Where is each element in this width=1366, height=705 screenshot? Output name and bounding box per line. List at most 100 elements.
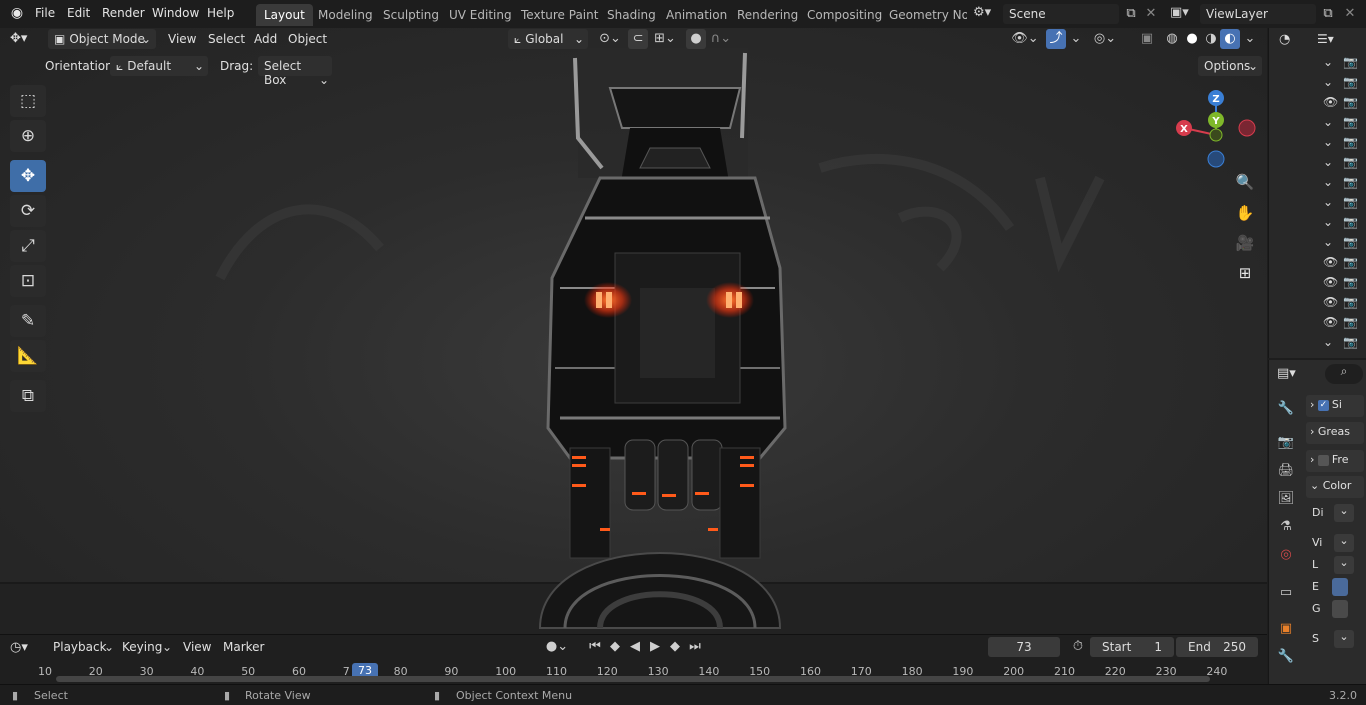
eye-closed-icon[interactable]: ⌄ [1323,115,1333,129]
outliner-row[interactable]: ⌄ 📷 [1269,113,1366,133]
property-row[interactable]: S ⌄ [1312,630,1366,648]
tab-modeling[interactable]: Modeling [310,4,381,26]
transform-tool[interactable]: ⊡ [10,265,46,297]
eye-open-icon[interactable]: 👁 [1323,255,1338,269]
world-properties-tab-icon[interactable]: ◎ [1275,544,1297,566]
outliner-row[interactable]: 👁 📷 [1269,273,1366,293]
eye-closed-icon[interactable]: ⌄ [1323,195,1333,209]
render-camera-icon[interactable]: 📷 [1343,155,1358,169]
scale-tool[interactable]: ⤢ [10,230,46,262]
outliner-editor-icon[interactable]: ◔ [1279,32,1299,50]
camera-view-icon[interactable]: 🎥 [1232,230,1258,256]
tool-properties-tab-icon[interactable]: 🔧 [1275,398,1297,420]
checkbox-icon[interactable] [1317,454,1329,466]
snap-icon[interactable]: ⊂ [628,29,648,49]
delete-scene-icon[interactable]: ✕ [1141,4,1161,24]
menu-edit[interactable]: Edit [67,6,90,20]
render-camera-icon[interactable]: 📷 [1343,255,1358,269]
menu-file[interactable]: File [35,6,55,20]
zoom-icon[interactable]: 🔍 [1232,169,1258,195]
property-row[interactable]: L ⌄ [1312,556,1366,574]
options-button[interactable]: Options ⌄ [1198,56,1262,76]
delete-view-layer-icon[interactable]: ✕ [1340,4,1360,24]
outliner-row[interactable]: ⌄ 📷 [1269,133,1366,153]
jump-end-icon[interactable]: ⏭ [685,637,705,657]
falloff-icon[interactable]: ∩⌄ [706,29,736,49]
overlays-icon[interactable]: ◎⌄ [1090,29,1120,49]
end-frame-field[interactable]: End 250 [1176,637,1258,657]
menu-playback[interactable]: Playback [53,640,107,654]
timeline-editor-type-icon[interactable]: ◷▾ [10,640,40,658]
play-icon[interactable]: ▶ [645,637,665,657]
color-swatch[interactable] [1332,578,1348,596]
outliner-display-mode-icon[interactable]: ☰▾ [1317,32,1347,50]
start-frame-field[interactable]: Start 1 [1090,637,1174,657]
property-row[interactable]: Vi ⌄ [1312,534,1366,552]
prev-keyframe-icon[interactable]: ◆ [605,637,625,657]
menu-add[interactable]: Add [254,32,277,46]
tab-sculpting[interactable]: Sculpting [375,4,447,26]
render-camera-icon[interactable]: 📷 [1343,195,1358,209]
eye-open-icon[interactable]: 👁 [1323,275,1338,289]
eye-closed-icon[interactable]: ⌄ [1323,335,1333,349]
select-box-tool[interactable]: ⬚ [10,85,46,117]
property-row[interactable]: › Greas [1306,422,1364,444]
property-row[interactable]: E [1312,578,1366,596]
collection-properties-tab-icon[interactable]: ▭ [1275,582,1297,604]
pan-hand-icon[interactable]: ✋ [1232,200,1258,226]
render-camera-icon[interactable]: 📷 [1343,215,1358,229]
menu-view[interactable]: View [168,32,196,46]
gizmo-toggle-icon[interactable]: ⤴ [1046,29,1066,49]
view-layer-properties-tab-icon[interactable]: 🖼 [1275,488,1297,510]
new-scene-icon[interactable]: ⧉ [1121,4,1141,24]
property-row[interactable]: Di ⌄ [1312,504,1366,522]
chevron-down-icon[interactable]: ⌄ [1310,479,1323,492]
render-camera-icon[interactable]: 📷 [1343,275,1358,289]
rotate-tool[interactable]: ⟳ [10,195,46,227]
outliner-row[interactable]: ⌄ 📷 [1269,173,1366,193]
render-camera-icon[interactable]: 📷 [1343,95,1358,109]
timeline-scrollbar[interactable] [56,676,1210,682]
menu-render[interactable]: Render [102,6,145,20]
outliner-row[interactable]: ⌄ 📷 [1269,213,1366,233]
menu-timeline-view[interactable]: View [183,640,211,654]
render-camera-icon[interactable]: 📷 [1343,115,1358,129]
menu-select[interactable]: Select [208,32,245,46]
render-camera-icon[interactable]: 📷 [1343,135,1358,149]
auto-keying-icon[interactable]: ●⌄ [540,637,574,657]
property-row[interactable]: › ✓ Si [1306,395,1364,417]
eye-closed-icon[interactable]: ⌄ [1323,75,1333,89]
shading-solid-icon[interactable]: ● [1182,29,1202,49]
eye-open-icon[interactable]: 👁 [1323,95,1338,109]
outliner-row[interactable]: ⌄ 📷 [1269,73,1366,93]
jump-start-icon[interactable]: ⏮ [585,637,605,657]
preview-range-icon[interactable]: ⏱ [1068,637,1088,657]
render-camera-icon[interactable]: 📷 [1343,235,1358,249]
modifier-properties-tab-icon[interactable]: 🔧 [1275,646,1297,668]
color-swatch[interactable] [1332,600,1348,618]
properties-search-icon[interactable]: ⌕ [1325,364,1363,384]
property-row[interactable]: G [1312,600,1366,618]
tab-compositing[interactable]: Compositing [799,4,890,26]
render-camera-icon[interactable]: 📷 [1343,175,1358,189]
annotate-tool[interactable]: ✎ [10,305,46,337]
eye-closed-icon[interactable]: ⌄ [1323,135,1333,149]
outliner-row[interactable]: ⌄ 📷 [1269,153,1366,173]
shading-menu-icon[interactable]: ⌄ [1240,29,1260,49]
eye-closed-icon[interactable]: ⌄ [1323,175,1333,189]
new-view-layer-icon[interactable]: ⧉ [1318,4,1338,24]
xray-icon[interactable]: ▣ [1137,29,1157,49]
outliner-row[interactable]: 👁 📷 [1269,313,1366,333]
outliner-row[interactable]: 👁 📷 [1269,293,1366,313]
render-camera-icon[interactable]: 📷 [1343,315,1358,329]
menu-object[interactable]: Object [288,32,327,46]
view-layer-field[interactable]: ViewLayer [1200,4,1316,24]
render-camera-icon[interactable]: 📷 [1343,75,1358,89]
snap-target-icon[interactable]: ⊞⌄ [650,29,680,49]
menu-help[interactable]: Help [207,6,234,20]
menu-marker[interactable]: Marker [223,640,264,654]
outliner-panel[interactable]: ◔ ☰▾ ⌄ 📷 ⌄ 📷 👁 📷 ⌄ 📷 ⌄ 📷 ⌄ 📷 ⌄ 📷 ⌄ 📷 ⌄ 📷 ⌄ 📷 👁 📷 👁 📷 👁 📷 👁 📷 ⌄ 📷 [1268,28,1366,358]
menu-window[interactable]: Window [152,6,199,20]
tab-layout[interactable]: Layout [256,4,313,26]
gizmo-menu-icon[interactable]: ⌄ [1066,29,1086,49]
